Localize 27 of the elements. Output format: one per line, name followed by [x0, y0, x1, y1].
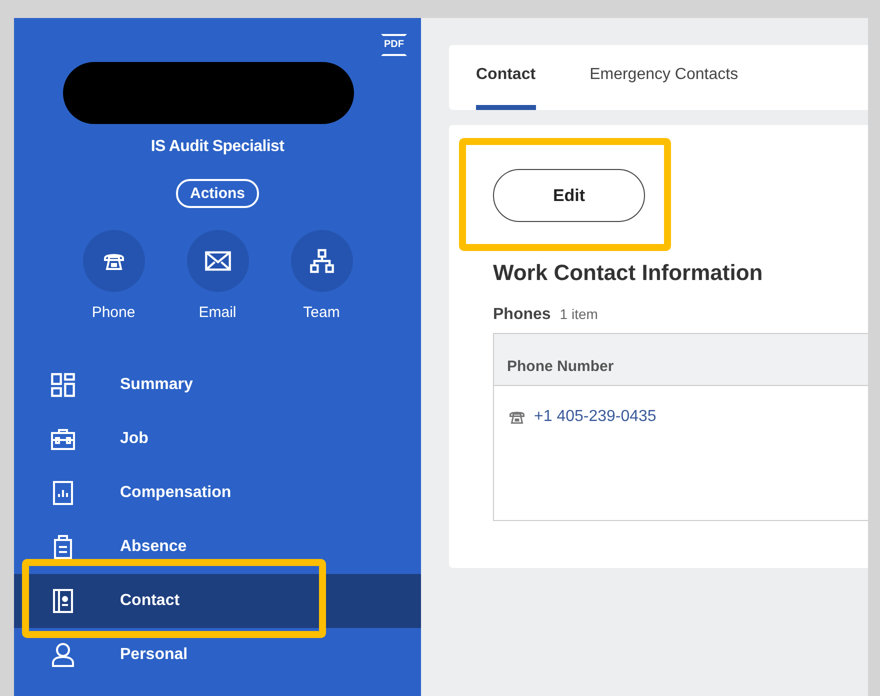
nav-item[interactable]: Job [14, 412, 421, 466]
phone-link[interactable]: +1 405-239-0435 [534, 408, 656, 426]
tab[interactable]: Contact [476, 45, 536, 110]
nav-item[interactable]: Absence [14, 520, 421, 574]
job-title: IS Audit Specialist [150, 138, 284, 156]
phones-label: Phones [493, 306, 551, 324]
nav-item[interactable]: Contact [14, 574, 421, 628]
edit-button[interactable]: Edit [493, 169, 645, 222]
nav-item[interactable]: Compensation [14, 466, 421, 520]
pdf-button[interactable]: PDF [381, 34, 407, 56]
action-label: Team [303, 304, 340, 321]
section-title: Work Contact Information [493, 260, 764, 286]
grid-icon [50, 372, 76, 398]
org-chart-icon [308, 248, 334, 274]
contact-card-icon [50, 588, 76, 614]
envelope-icon [204, 250, 232, 272]
tab[interactable]: Emergency Contacts [590, 45, 738, 110]
nav-item[interactable]: Summary [14, 358, 421, 412]
action-label: Phone [92, 304, 136, 321]
action-label: Email [198, 304, 236, 321]
briefcase-icon [50, 426, 76, 452]
actions-button[interactable]: Actions [176, 179, 259, 208]
column-header: Phone Number [507, 358, 614, 375]
person-icon [50, 642, 76, 668]
item-count: 1 item [560, 306, 598, 322]
bar-chart-icon [50, 480, 76, 506]
nav-item[interactable]: Personal [14, 628, 421, 682]
